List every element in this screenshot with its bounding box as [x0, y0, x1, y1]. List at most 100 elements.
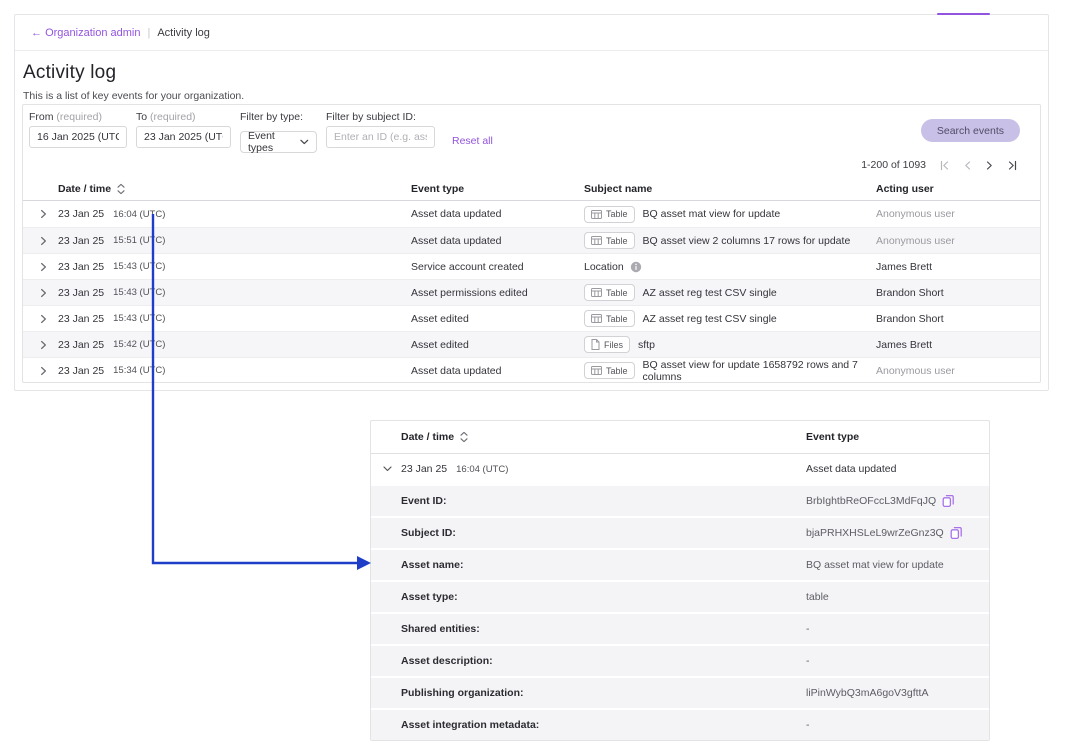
subject-name: AZ asset reg test CSV single [643, 313, 777, 325]
detail-field-label: Shared entities: [371, 623, 806, 635]
chevron-right-icon[interactable] [39, 261, 48, 272]
detail-field-label: Asset type: [371, 591, 806, 603]
chevron-right-icon[interactable] [39, 365, 48, 376]
row-time: 15:43 (UTC) [113, 313, 165, 324]
row-subject: Location [584, 261, 876, 273]
from-date-input[interactable] [29, 126, 127, 148]
subject-name: BQ asset mat view for update [643, 208, 781, 220]
top-accent-line [937, 13, 990, 15]
detail-field-label: Event ID: [371, 495, 806, 507]
row-acting-user: Brandon Short [876, 313, 1040, 325]
table-row[interactable]: 23 Jan 25 15:42 (UTC) Asset edited Files… [23, 331, 1040, 357]
chevron-expanded-icon[interactable] [382, 464, 393, 475]
first-page-icon[interactable] [939, 160, 950, 171]
row-date: 23 Jan 25 [58, 313, 104, 325]
row-event-type: Service account created [411, 261, 584, 273]
row-acting-user: Anonymous user [876, 208, 1040, 220]
detail-field-row: Asset integration metadata: - [371, 710, 989, 740]
chevron-right-icon[interactable] [39, 287, 48, 298]
table-row[interactable]: 23 Jan 25 16:04 (UTC) Asset data updated… [23, 201, 1040, 227]
column-acting-user: Acting user [876, 183, 1040, 195]
subject-badge-label: Table [606, 314, 628, 324]
row-acting-user: James Brett [876, 339, 1040, 351]
table-row[interactable]: 23 Jan 25 15:34 (UTC) Asset data updated… [23, 357, 1040, 383]
type-label: Filter by type: [240, 111, 317, 123]
sort-icon[interactable] [116, 182, 126, 196]
to-required-hint: (required) [150, 111, 196, 123]
row-event-type: Asset data updated [411, 365, 584, 377]
pagination-range: 1-200 of 1093 [861, 159, 926, 171]
copy-icon[interactable] [942, 494, 955, 508]
back-link-label: Organization admin [45, 27, 140, 39]
table-row[interactable]: 23 Jan 25 15:43 (UTC) Asset edited Table… [23, 305, 1040, 331]
table-icon [591, 210, 602, 219]
expanded-row-time: 16:04 (UTC) [456, 464, 508, 475]
filter-subject-id: Filter by subject ID: [326, 111, 435, 148]
to-date-input[interactable] [136, 126, 231, 148]
back-arrow-icon: ← [31, 27, 42, 39]
info-icon[interactable] [630, 261, 642, 273]
row-subject: Files sftp [584, 336, 876, 353]
row-subject: Table BQ asset view 2 columns 17 rows fo… [584, 232, 876, 249]
detail-field-value: - [806, 623, 810, 635]
table-icon [591, 314, 602, 323]
row-acting-user: Anonymous user [876, 235, 1040, 247]
event-type-select[interactable]: Event types [240, 131, 317, 153]
subject-name: BQ asset view 2 columns 17 rows for upda… [643, 235, 851, 247]
previous-page-icon[interactable] [963, 160, 972, 171]
reset-all-link[interactable]: Reset all [452, 135, 493, 147]
subject-id-input[interactable] [326, 126, 435, 148]
events-panel: From (required) To (required) Filter by … [22, 104, 1041, 383]
detail-field-value: bjaPRHXHSLeL9wrZeGnz3Q [806, 527, 944, 539]
chevron-down-icon [300, 139, 309, 145]
activity-log-card: ← Organization admin | Activity log Acti… [14, 14, 1049, 391]
detail-field-value: - [806, 719, 810, 731]
row-time: 15:34 (UTC) [113, 365, 165, 376]
chevron-right-icon[interactable] [39, 339, 48, 350]
pagination: 1-200 of 1093 [23, 152, 1040, 178]
next-page-icon[interactable] [985, 160, 994, 171]
chevron-right-icon[interactable] [39, 209, 48, 220]
subject-type-badge: Table [584, 284, 635, 301]
row-subject: Table AZ asset reg test CSV single [584, 284, 876, 301]
detail-field-row: Shared entities: - [371, 614, 989, 644]
copy-icon[interactable] [950, 526, 963, 540]
breadcrumb: ← Organization admin | Activity log [15, 15, 1048, 51]
row-date: 23 Jan 25 [58, 287, 104, 299]
subject-badge-label: Table [606, 209, 628, 219]
search-events-button[interactable]: Search events [921, 119, 1020, 142]
files-icon [591, 339, 600, 350]
subject-location-label: Location [584, 261, 624, 273]
subject-type-badge: Table [584, 310, 635, 327]
table-icon [591, 288, 602, 297]
detail-field-row: Publishing organization: liPinWybQ3mA6go… [371, 678, 989, 708]
detail-field-label: Asset description: [371, 655, 806, 667]
filter-bar: From (required) To (required) Filter by … [23, 105, 1040, 152]
table-row[interactable]: 23 Jan 25 15:51 (UTC) Asset data updated… [23, 227, 1040, 253]
row-subject: Table BQ asset view for update 1658792 r… [584, 359, 876, 383]
column-event-type: Event type [411, 183, 584, 195]
table-icon [591, 236, 602, 245]
back-link[interactable]: ← Organization admin [31, 27, 140, 39]
row-time: 15:43 (UTC) [113, 261, 165, 272]
table-row[interactable]: 23 Jan 25 15:43 (UTC) Service account cr… [23, 253, 1040, 279]
row-event-type: Asset data updated [411, 208, 584, 220]
row-event-type: Asset data updated [411, 235, 584, 247]
subject-badge-label: Table [606, 288, 628, 298]
expanded-event-row[interactable]: 23 Jan 25 16:04 (UTC) Asset data updated [371, 454, 989, 484]
subject-type-badge: Files [584, 336, 630, 353]
chevron-right-icon[interactable] [39, 313, 48, 324]
chevron-right-icon[interactable] [39, 235, 48, 246]
table-row[interactable]: 23 Jan 25 15:43 (UTC) Asset permissions … [23, 279, 1040, 305]
last-page-icon[interactable] [1007, 160, 1018, 171]
detail-field-value: table [806, 591, 829, 603]
row-date: 23 Jan 25 [58, 208, 104, 220]
from-label: From [29, 111, 54, 123]
detail-field-row: Asset description: - [371, 646, 989, 676]
row-date: 23 Jan 25 [58, 339, 104, 351]
subject-name: sftp [638, 339, 655, 351]
sort-icon[interactable] [459, 430, 469, 444]
row-event-type: Asset edited [411, 339, 584, 351]
detail-field-label: Subject ID: [371, 527, 806, 539]
from-required-hint: (required) [56, 111, 102, 123]
